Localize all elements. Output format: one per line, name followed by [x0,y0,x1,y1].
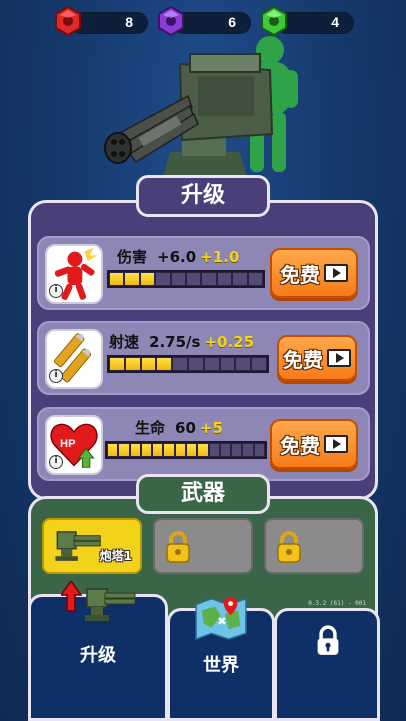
level-segment [125,273,139,285]
weapon-slot-label: 炮塔1 [99,549,132,563]
weapon-slot-turret-1[interactable]: 炮塔1 [42,518,142,574]
upgrade-card-fire-rate: i 射速 2.75/s +0.25 免费 [37,321,370,395]
level-segment [110,273,124,285]
upgrade-level-bar [107,270,265,288]
stat-increase: +1.0 [200,248,240,266]
turret-weapon-icon [55,531,101,561]
nav-tab-world[interactable]: 世界 [167,596,275,721]
lock-icon [277,531,301,563]
nav-world-label: 世界 [203,655,239,676]
video-ad-icon [324,435,348,453]
level-segment [186,444,197,456]
upgrade-stat: 射速 2.75/s +0.25 [109,331,254,352]
level-segment [209,444,219,456]
level-segment [220,358,235,370]
level-segment [198,444,208,456]
nav-upgrade-label: 升级 [80,645,116,666]
weapon-slot-locked[interactable] [264,518,364,574]
stat-name: 生命 [135,419,166,437]
info-icon[interactable]: i [49,284,63,298]
resource-red: 8 [52,5,152,37]
lock-icon [317,625,339,655]
level-segment [141,358,156,370]
red-gem-icon [55,5,81,37]
svg-text:HP: HP [60,438,76,450]
stat-value: 60 [175,419,196,437]
resource-purple: 6 [155,5,255,37]
resource-green: 4 [258,5,358,37]
weapon-slot-locked[interactable] [153,518,253,574]
level-segment [204,358,219,370]
level-segment [125,358,140,370]
upgrade-turret-icon [61,581,136,621]
version-text: 0.3.2 (61) - 001 [308,600,366,607]
resource-count-red: 8 [125,14,133,30]
level-segment [202,273,216,285]
stat-value: 2.75/s [149,333,201,351]
stat-increase: +0.25 [204,333,255,351]
turret-preview-image [104,36,298,182]
weapons-panel-title: 武器 [136,474,270,514]
free-upgrade-button[interactable]: 免费 [270,248,358,298]
upgrade-icon-box: HP i [45,415,103,475]
world-map-icon [195,596,247,641]
level-segment [217,273,232,285]
video-ad-icon [327,349,351,367]
upgrade-card-damage: i 伤害 +6.0 +1.0 免费 [37,236,370,310]
level-segment [140,273,155,285]
free-button-label: 免费 [280,262,320,287]
level-segment [119,444,129,456]
level-segment [153,444,163,456]
level-segment [130,444,140,456]
upgrade-stat: 生命 60 +5 [135,417,223,438]
purple-gem-icon [158,5,184,37]
level-segment [248,273,263,285]
level-segment [232,444,242,456]
level-segment [173,358,187,370]
level-segment [171,273,186,285]
level-segment [220,444,231,456]
info-icon[interactable]: i [49,369,63,383]
level-segment [157,358,172,370]
free-upgrade-button[interactable]: 免费 [270,419,358,469]
stat-increase: +5 [199,419,223,437]
upgrade-panel-title: 升级 [136,175,270,217]
upgrade-icon-box: i [45,244,103,304]
nav-tab-locked[interactable] [274,608,380,721]
stat-name: 伤害 [117,248,148,266]
resource-count-purple: 6 [228,14,236,30]
nav-tab-upgrade[interactable]: 升级 [28,581,168,721]
level-segment [175,444,185,456]
stat-name: 射速 [109,333,140,351]
resource-count-green: 4 [331,14,339,30]
level-segment [252,358,266,370]
level-segment [141,444,152,456]
upgrade-level-bar [107,355,269,373]
upgrade-icon-box: i [45,329,103,389]
free-button-label: 免费 [280,433,320,458]
level-segment [236,358,251,370]
level-segment [187,273,201,285]
video-ad-icon [324,264,348,282]
level-segment [243,444,253,456]
upgrade-card-health: HP i 生命 60 +5 免费 [37,407,370,481]
level-segment [254,444,264,456]
upgrade-stat: 伤害 +6.0 +1.0 [117,246,239,267]
stat-value: +6.0 [157,248,197,266]
lock-icon [166,531,190,563]
level-segment [156,273,170,285]
level-segment [188,358,203,370]
level-segment [233,273,247,285]
level-segment [110,358,124,370]
info-icon[interactable]: i [49,455,63,469]
level-segment [108,444,118,456]
upgrade-level-bar [105,441,267,459]
free-button-label: 免费 [283,347,323,372]
level-segment [164,444,174,456]
free-upgrade-button[interactable]: 免费 [277,335,357,381]
green-gem-icon [261,5,287,37]
